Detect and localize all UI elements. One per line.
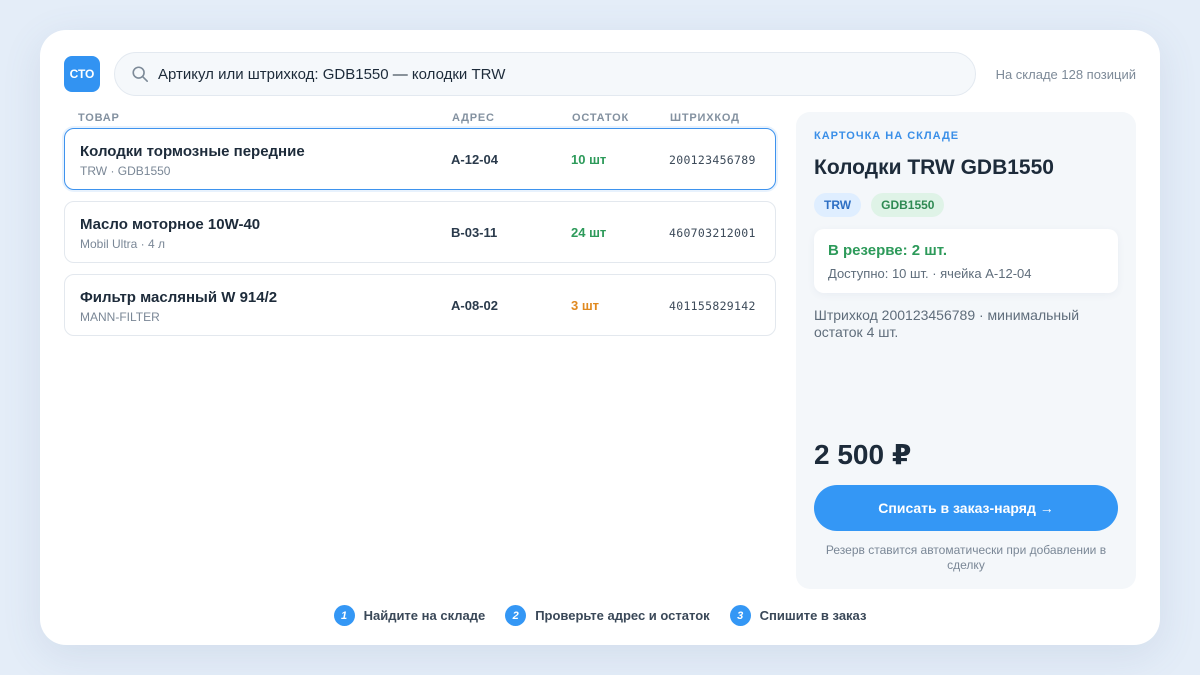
step-number: 2 (505, 605, 527, 626)
product-brand: MANN-FILTER (80, 310, 160, 324)
panel-eyebrow: КАРТОЧКА НА СКЛАДЕ (814, 130, 960, 142)
product-address: A-12-04 (451, 152, 498, 167)
search-bar[interactable] (114, 52, 976, 96)
step-label: Проверьте адрес и остаток (535, 608, 710, 623)
table-row[interactable]: Фильтр масляный W 914/2 MANN-FILTER A-08… (64, 274, 776, 336)
header-barcode: ШТРИХКОД (670, 112, 740, 124)
product-info: Штрихкод 200123456789 · минимальный оста… (814, 307, 1080, 340)
product-brand: Mobil Ultra · 4 л (80, 237, 166, 251)
product-name: Фильтр масляный W 914/2 (80, 289, 278, 306)
search-icon (132, 66, 149, 83)
brand-tag: TRW (814, 193, 862, 217)
step-label: Найдите на складе (363, 608, 486, 623)
reserve-box: В резерве: 2 шт. Доступно: 10 шт. · ячей… (814, 229, 1118, 293)
product-address: A-08-02 (451, 298, 498, 313)
product-barcode: 401155829142 (669, 299, 756, 313)
product-brand: TRW · GDB1550 (80, 164, 171, 178)
product-barcode: 200123456789 (669, 153, 756, 167)
product-address: B-03-11 (451, 225, 498, 240)
table-row[interactable]: Масло моторное 10W-40 Mobil Ultra · 4 л … (64, 201, 776, 263)
product-name: Колодки тормозные передние (80, 143, 305, 160)
header-address: АДРЕС (452, 112, 495, 124)
product-quantity: 10 шт (571, 152, 607, 167)
panel-title: Колодки TRW GDB1550 (814, 156, 1054, 179)
product-list: Колодки тормозные передние TRW · GDB1550… (64, 128, 776, 347)
write-off-button[interactable]: Списать в заказ-наряд → (814, 485, 1118, 531)
reserve-title: В резерве: 2 шт. (828, 242, 948, 259)
steps-bar: 1 Найдите на складе 2 Проверьте адрес и … (40, 605, 1160, 626)
app-logo: СТО (64, 56, 100, 92)
tag-list: TRW GDB1550 (814, 193, 945, 217)
step-item: 3 Спишите в заказ (729, 605, 867, 626)
step-item: 2 Проверьте адрес и остаток (505, 605, 710, 626)
search-input[interactable] (158, 65, 975, 83)
reserve-subtitle: Доступно: 10 шт. · ячейка A-12-04 (828, 266, 1032, 281)
table-row[interactable]: Колодки тормозные передние TRW · GDB1550… (64, 128, 776, 190)
step-label: Спишите в заказ (759, 608, 867, 623)
step-number: 3 (729, 605, 751, 626)
product-quantity: 24 шт (571, 225, 607, 240)
product-detail-panel: КАРТОЧКА НА СКЛАДЕ Колодки TRW GDB1550 T… (796, 112, 1136, 589)
header-product: ТОВАР (78, 112, 120, 124)
app-card: СТО На складе 128 позиций ТОВАР АДРЕС ОС… (40, 30, 1160, 645)
product-price: 2 500 ₽ (814, 439, 912, 470)
article-tag: GDB1550 (871, 193, 945, 217)
product-barcode: 460703212001 (669, 226, 756, 240)
header-stock: ОСТАТОК (572, 112, 629, 124)
table-header: ТОВАР АДРЕС ОСТАТОК ШТРИХКОД (78, 112, 768, 126)
step-number: 1 (333, 605, 355, 626)
product-quantity: 3 шт (571, 298, 600, 313)
product-name: Масло моторное 10W-40 (80, 216, 261, 233)
stock-summary: На складе 128 позиций (995, 67, 1136, 82)
step-item: 1 Найдите на складе (333, 605, 486, 626)
reserve-note: Резерв ставится автоматически при добавл… (825, 543, 1107, 572)
